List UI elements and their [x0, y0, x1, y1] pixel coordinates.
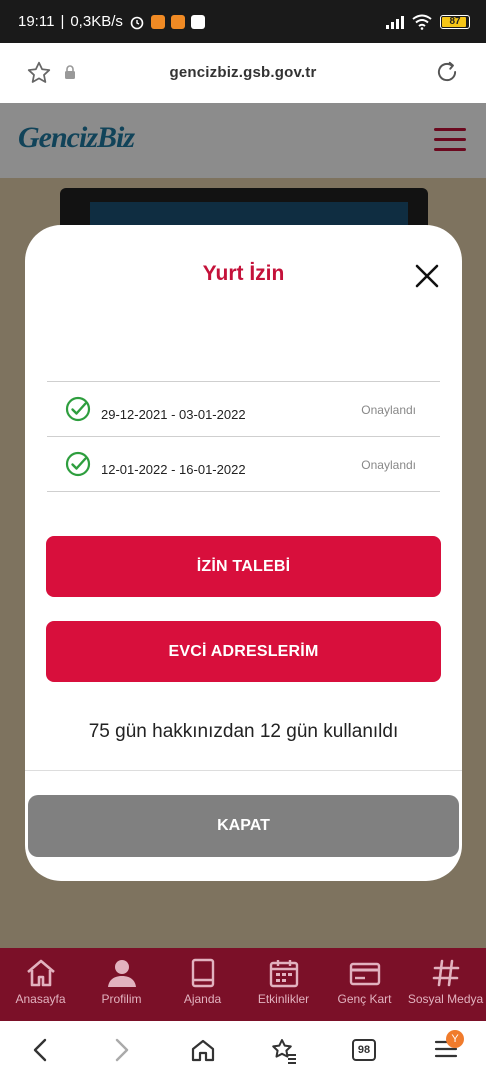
tabs-count-icon[interactable]: 98 — [352, 1039, 376, 1061]
wifi-icon — [412, 14, 432, 30]
address-bar: gencizbiz.gsb.gov.tr — [0, 43, 486, 103]
book-icon — [191, 958, 214, 988]
network-speed: 0,3KB/s — [70, 13, 123, 30]
evci-adreslerim-button[interactable]: EVCİ ADRESLERİM — [46, 621, 441, 682]
status-separator: | — [60, 13, 65, 30]
status-time: 19:11 — [18, 13, 55, 30]
yurt-izin-dialog: Yurt İzin 29-12-2021 - 03-01-2022 Onayla… — [25, 225, 462, 881]
nav-label: Etkinlikler — [257, 992, 310, 1006]
permit-status: Onaylandı — [361, 458, 416, 472]
permit-status: Onaylandı — [361, 403, 416, 417]
site-bottom-nav: Anasayfa Profilim Ajanda Etkinlikler Gen… — [0, 948, 486, 1021]
back-icon[interactable] — [30, 1038, 50, 1062]
list-item: 29-12-2021 - 03-01-2022 Onaylandı — [47, 382, 440, 437]
nav-item-ajanda[interactable]: Ajanda — [162, 948, 243, 1021]
nav-item-genc-kart[interactable]: Genç Kart — [324, 948, 405, 1021]
battery-level: 87 — [449, 16, 461, 27]
card-icon — [349, 962, 380, 986]
nav-item-profilim[interactable]: Profilim — [81, 948, 162, 1021]
nav-item-sosyal-medya[interactable]: Sosyal Medya — [405, 948, 486, 1021]
alarm-icon — [130, 16, 144, 29]
calendar-icon — [269, 960, 298, 988]
nav-label: Profilim — [101, 992, 142, 1006]
nav-label: Genç Kart — [337, 992, 392, 1006]
izin-talebi-button[interactable]: İZİN TALEBİ — [46, 536, 441, 597]
forward-icon[interactable] — [112, 1038, 132, 1062]
status-bar: 19:11 | 0,3KB/s 87 — [0, 0, 486, 43]
nav-label: Sosyal Medya — [407, 992, 484, 1006]
check-circle-icon — [65, 451, 91, 477]
divider — [25, 770, 462, 771]
bookmarks-icon[interactable] — [270, 1038, 298, 1064]
battery-icon: 87 — [440, 14, 470, 29]
permit-dates: 29-12-2021 - 03-01-2022 — [101, 407, 246, 422]
nav-item-etkinlikler[interactable]: Etkinlikler — [243, 948, 324, 1021]
nav-label: Anasayfa — [15, 992, 66, 1006]
signal-icon — [386, 15, 404, 29]
permit-dates: 12-01-2022 - 16-01-2022 — [101, 462, 246, 477]
list-item: 12-01-2022 - 16-01-2022 Onaylandı — [47, 437, 440, 492]
nav-item-anasayfa[interactable]: Anasayfa — [0, 948, 81, 1021]
browser-toolbar: 98 — [0, 1021, 486, 1080]
home-icon — [26, 959, 55, 987]
menu-badge: Y — [446, 1030, 464, 1048]
dialog-title: Yurt İzin — [202, 262, 285, 285]
home-icon[interactable] — [190, 1038, 216, 1062]
kapat-button[interactable]: KAPAT — [28, 795, 459, 857]
app-notification-icon — [190, 14, 205, 29]
url-text[interactable]: gencizbiz.gsb.gov.tr — [0, 64, 486, 81]
person-icon — [107, 960, 136, 987]
reload-icon[interactable] — [434, 59, 460, 85]
gallery-notification-icon — [150, 14, 165, 29]
usage-summary: 75 gün hakkınızdan 12 gün kullanıldı — [88, 721, 399, 742]
permit-list: 29-12-2021 - 03-01-2022 Onaylandı 12-01-… — [47, 381, 440, 492]
gallery-notification-icon — [170, 14, 185, 29]
close-icon[interactable] — [413, 262, 441, 290]
hashtag-icon — [432, 959, 459, 987]
check-circle-icon — [65, 396, 91, 422]
nav-label: Ajanda — [183, 992, 222, 1006]
